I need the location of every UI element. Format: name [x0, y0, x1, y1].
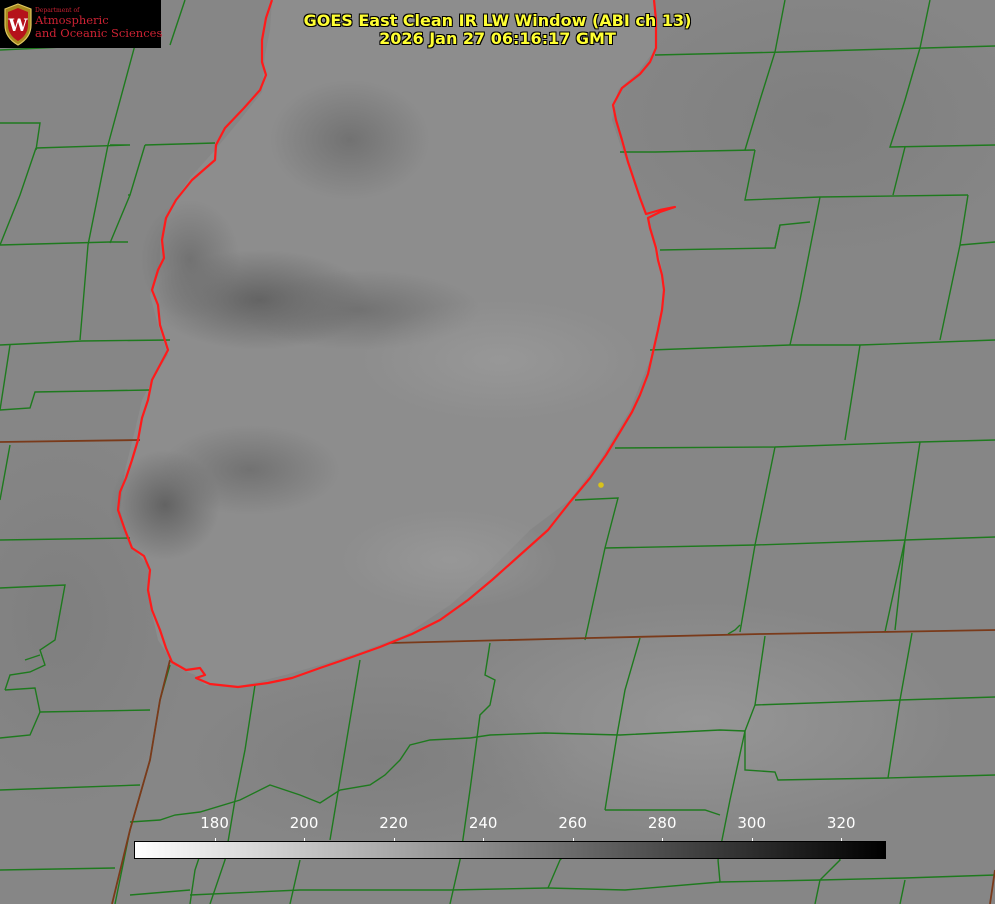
cloud-feature: [140, 200, 240, 320]
land-shading: [180, 670, 580, 850]
ir-satellite-map: [0, 0, 995, 904]
warm-water-area: [340, 510, 560, 610]
satellite-image-viewer: GOES East Clean IR LW Window (ABI ch 13)…: [0, 0, 995, 904]
image-title: GOES East Clean IR LW Window (ABI ch 13): [303, 11, 692, 30]
uw-crest-icon: W: [4, 3, 32, 46]
warm-water-area: [360, 300, 640, 420]
image-timestamp: 2026 Jan 27 06:16:17 GMT: [379, 29, 616, 48]
svg-text:W: W: [7, 16, 28, 36]
department-logo: W Department of Atmospheric and Oceanic …: [0, 0, 162, 48]
logo-name-line2: and Oceanic Sciences: [35, 26, 163, 40]
logo-text: Department of Atmospheric and Oceanic Sc…: [35, 7, 162, 40]
location-marker: [598, 482, 604, 488]
cloud-feature: [270, 80, 430, 200]
cloud-feature: [160, 425, 340, 515]
